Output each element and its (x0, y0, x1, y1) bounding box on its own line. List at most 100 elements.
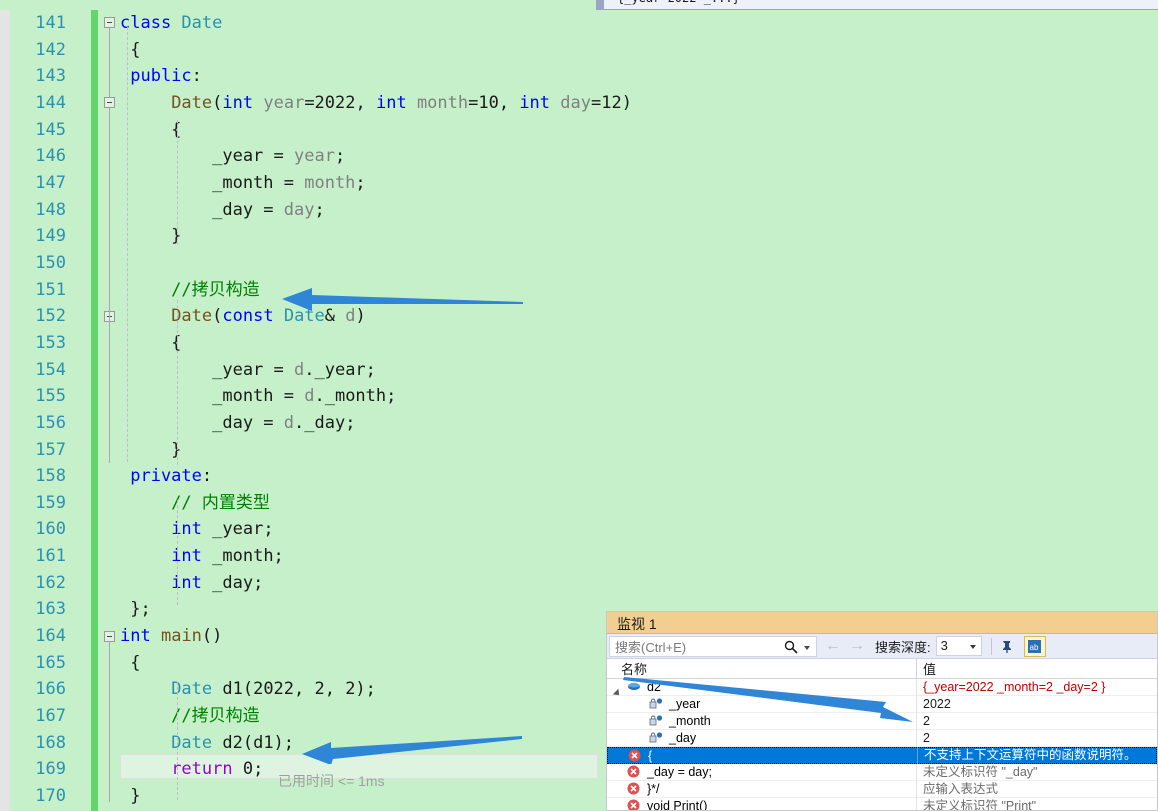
code-token: private (120, 466, 202, 487)
code-line[interactable]: public: (120, 63, 1158, 90)
watch-row-value[interactable]: 2022 (917, 696, 1157, 713)
code-line[interactable]: { (120, 37, 1158, 64)
fold-toggle-main[interactable] (104, 631, 115, 642)
code-token: ( (212, 306, 223, 327)
error-icon (627, 782, 643, 796)
code-line[interactable]: int _day; (120, 570, 1158, 597)
code-token: ; (253, 759, 264, 780)
line-number: 160 (35, 519, 66, 540)
watch-row-value[interactable]: 应输入表达式 (917, 781, 1157, 798)
watch-row-name-cell[interactable]: d2 (607, 678, 917, 696)
code-line[interactable] (120, 250, 1158, 277)
column-header-value[interactable]: 值 (917, 659, 1157, 678)
line-number: 164 (35, 626, 66, 647)
watch-row-value[interactable]: 未定义标识符 "Print" (917, 798, 1157, 811)
code-line[interactable]: _month = d._month; (120, 383, 1158, 410)
arrow-left-icon[interactable]: ← (825, 638, 841, 654)
watch-row[interactable]: _month 2 (607, 712, 1157, 730)
code-line[interactable]: { (120, 117, 1158, 144)
code-line[interactable]: } (120, 437, 1158, 464)
code-line[interactable]: _day = day; (120, 197, 1158, 224)
code-line[interactable]: int _month; (120, 543, 1158, 570)
chevron-down-icon[interactable] (969, 645, 976, 649)
code-token: d (294, 359, 305, 380)
watch-row-value[interactable]: 2 (917, 713, 1157, 730)
search-icon[interactable] (784, 640, 798, 654)
code-token: _day; (201, 572, 264, 593)
fold-line-class-2 (109, 199, 110, 463)
pin-icon[interactable] (997, 636, 1019, 657)
watch-toolbar[interactable]: 搜索(Ctrl+E) ← → 搜索深度: 3 ab (607, 634, 1157, 659)
code-line[interactable]: _year = d._year; (120, 357, 1158, 384)
watch-rows-container[interactable]: d2 {_year=2022 _month=2 _day=2 } _year 2022… (607, 678, 1157, 811)
watch-row[interactable]: }*/ 应输入表达式 (607, 780, 1157, 798)
watch-window[interactable]: 监视 1 搜索(Ctrl+E) ← → 搜索深度: 3 ab 名称 值 d2 {… (606, 611, 1158, 811)
breakpoint-margin[interactable] (0, 10, 10, 811)
code-line[interactable]: class Date (120, 10, 1158, 37)
chevron-down-icon[interactable] (804, 645, 810, 650)
watch-row-name-cell[interactable]: }*/ (607, 780, 917, 798)
code-line[interactable]: Date(const Date& d) (120, 303, 1158, 330)
watch-row-name: _day = day; (647, 765, 712, 779)
watch-row-name-cell[interactable]: _year (607, 695, 917, 713)
watch-row-name-cell[interactable]: _day (607, 729, 917, 747)
code-line[interactable]: _day = d._day; (120, 410, 1158, 437)
code-line[interactable]: Date(int year=2022, int month=10, int da… (120, 90, 1158, 117)
code-line[interactable]: { (120, 330, 1158, 357)
code-line[interactable]: _month = month; (120, 170, 1158, 197)
watch-row-value[interactable]: 不支持上下文运算符中的函数说明符。 (918, 747, 1156, 764)
column-header-name[interactable]: 名称 (607, 659, 917, 678)
watch-row-name-cell[interactable]: { (608, 747, 918, 764)
watch-row-value[interactable]: 未定义标识符 "_day" (917, 764, 1157, 781)
line-number: 162 (35, 572, 66, 593)
code-line[interactable]: //拷贝构造 (120, 277, 1158, 304)
watch-row[interactable]: {不支持上下文运算符中的函数说明符。 (607, 747, 1157, 764)
watch-row[interactable]: _year 2022 (607, 695, 1157, 713)
code-line[interactable]: int _year; (120, 516, 1158, 543)
code-token: int (171, 546, 202, 567)
watch-row-name-cell[interactable]: void Print() (607, 797, 917, 810)
watch-row[interactable]: void Print() 未定义标识符 "Print" (607, 797, 1157, 811)
code-line[interactable]: _year = year; (120, 143, 1158, 170)
code-line[interactable]: // 内置类型 (120, 490, 1158, 517)
code-token: ; (355, 172, 366, 193)
hex-display-icon[interactable]: ab (1023, 635, 1046, 657)
watch-row[interactable]: _day = day; 未定义标识符 "_day" (607, 763, 1157, 781)
watch-search-input[interactable]: 搜索(Ctrl+E) (609, 635, 817, 657)
watch-row-value[interactable]: {_year=2022 _month=2 _day=2 } (917, 679, 1157, 696)
code-token: _year = (120, 146, 294, 167)
svg-text:ab: ab (1030, 643, 1039, 652)
fold-toggle-class-date[interactable] (104, 17, 115, 28)
search-depth-value: 3 (940, 638, 948, 653)
line-number: 158 (35, 466, 66, 487)
code-line[interactable]: } (120, 223, 1158, 250)
code-token: }; (120, 599, 151, 620)
outlining-margin[interactable] (100, 10, 120, 811)
datatip-accent-bar (597, 0, 604, 9)
fold-toggle-ctor[interactable] (104, 97, 115, 108)
private-field-icon (649, 731, 665, 745)
watch-search-placeholder: 搜索(Ctrl+E) (615, 639, 687, 655)
watch-row[interactable]: _day 2 (607, 729, 1157, 747)
watch-row-name-cell[interactable]: _month (607, 712, 917, 730)
object-icon (627, 680, 643, 694)
search-depth-select[interactable]: 3 (935, 636, 982, 656)
watch-row[interactable]: d2 {_year=2022 _month=2 _day=2 } (607, 678, 1157, 696)
code-line[interactable]: private: (120, 463, 1158, 490)
code-token: d (345, 306, 356, 327)
watch-row-value[interactable]: 2 (917, 730, 1157, 747)
code-token: return (171, 759, 233, 780)
code-token: & (324, 306, 346, 327)
code-token: ; (314, 199, 325, 220)
datatip-text: {_year=2022 _...} (617, 0, 740, 5)
private-field-icon (649, 714, 665, 728)
watch-row-name-cell[interactable]: _day = day; (607, 763, 917, 781)
arrow-right-icon[interactable]: → (849, 638, 865, 654)
code-token: int (171, 572, 202, 593)
code-token: _year = (120, 359, 294, 380)
code-token: class (120, 13, 182, 33)
private-field-icon (649, 697, 665, 711)
